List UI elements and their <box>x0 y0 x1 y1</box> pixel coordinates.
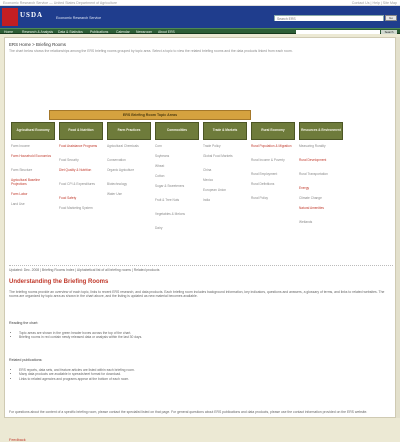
nav-item-about[interactable]: About ERS <box>158 30 175 34</box>
briefing-room-link[interactable]: Food Assistance Programs <box>59 144 103 148</box>
briefing-room-link[interactable]: Land Use <box>11 202 55 206</box>
briefing-room-link[interactable]: Farm Structure <box>11 168 55 172</box>
briefing-room-link[interactable]: Dairy <box>155 226 199 230</box>
topic-header[interactable]: Farm Practices <box>107 122 151 140</box>
topic-header[interactable]: Agricultural Economy <box>11 122 55 140</box>
briefing-room-link[interactable]: Global Food Markets <box>203 154 247 158</box>
briefing-room-link[interactable]: Wheat <box>155 164 199 168</box>
briefing-room-link[interactable]: Organic Agriculture <box>107 168 151 172</box>
briefing-room-link[interactable]: China <box>203 168 247 172</box>
briefing-room-link[interactable]: Biotechnology <box>107 182 151 186</box>
briefing-room-link[interactable]: Rural Policy <box>251 196 295 200</box>
bullet-list-reading: Topic areas are shown in the green heade… <box>15 331 389 340</box>
briefing-room-link[interactable]: Rural Transportation <box>299 172 343 176</box>
intro-paragraph: The briefing rooms provide an overview o… <box>9 290 385 299</box>
main-nav: Home Research & Analysis Data & Statisti… <box>0 28 400 34</box>
briefing-room-link[interactable]: Rural Population & Migration <box>251 144 295 148</box>
nav-item-data[interactable]: Data & Statistics <box>58 30 83 34</box>
list-item: Briefing rooms in red contain newly rele… <box>19 335 389 339</box>
briefing-room-link[interactable]: Conservation <box>107 158 151 162</box>
browser-page: Economic Research Service — United State… <box>0 0 400 442</box>
list-item: Links to related agencies and programs a… <box>19 377 389 381</box>
section-title: Understanding the Briefing Rooms <box>9 279 109 285</box>
breadcrumb[interactable]: ERS Home > Briefing Rooms <box>9 42 66 47</box>
briefing-room-link[interactable]: Measuring Rurality <box>299 144 343 148</box>
briefing-room-link[interactable]: Vegetables & Melons <box>155 212 199 216</box>
briefing-room-link[interactable]: Food Security <box>59 158 103 162</box>
briefing-room-link[interactable]: Food Marketing System <box>59 206 103 210</box>
nav-search-button[interactable]: Search <box>381 29 397 34</box>
briefing-room-link[interactable]: Rural Development <box>299 158 343 162</box>
agency-logo[interactable] <box>2 8 18 26</box>
main-content: ERS Home > Briefing Rooms The chart belo… <box>4 37 396 442</box>
nav-item-calendar[interactable]: Calendar <box>116 30 130 34</box>
briefing-room-link[interactable]: Water Use <box>107 192 151 196</box>
search-box <box>274 15 384 21</box>
nav-item-home[interactable]: Home <box>4 30 13 34</box>
search-input[interactable] <box>275 17 383 21</box>
briefing-room-link[interactable]: Rural Income & Poverty <box>251 158 295 162</box>
briefing-room-link[interactable]: Farm Income <box>11 144 55 148</box>
scrollbar[interactable] <box>396 37 400 418</box>
nav-item-newsroom[interactable]: Newsroom <box>136 30 152 34</box>
briefing-room-link[interactable]: Energy <box>299 186 343 190</box>
briefing-room-link[interactable]: Agricultural Chemicals <box>107 144 151 148</box>
briefing-room-link[interactable]: Natural Amenities <box>299 206 343 210</box>
briefing-room-link[interactable]: European Union <box>203 188 247 192</box>
chart-footnote[interactable]: Updated: Dec. 2008 | Briefing Rooms Inde… <box>9 265 393 272</box>
briefing-room-link[interactable]: Farm Labor <box>11 192 55 196</box>
feedback-link[interactable]: Feedback <box>9 438 26 442</box>
briefing-room-link[interactable]: Agricultural Baseline Projections <box>11 178 55 186</box>
briefing-room-link[interactable]: Mexico <box>203 178 247 182</box>
briefing-room-link[interactable]: Rural Definitions <box>251 182 295 186</box>
briefing-room-link[interactable]: Cotton <box>155 174 199 178</box>
briefing-room-link[interactable]: Soybeans <box>155 154 199 158</box>
bullet-list-publications: ERS reports, data sets, and feature arti… <box>15 368 389 381</box>
briefing-room-link[interactable]: Food Safety <box>59 196 103 200</box>
briefing-room-link[interactable]: Wetlands <box>299 220 343 224</box>
logo-text: USDA <box>20 11 44 19</box>
chart-banner: ERS Briefing Room Topic Areas <box>49 110 251 120</box>
subheading-publications: Related publications: <box>9 358 43 362</box>
subheading-reading: Reading the chart: <box>9 321 39 325</box>
briefing-room-link[interactable]: Food CPI & Expenditures <box>59 182 103 186</box>
briefing-room-link[interactable]: Rural Employment <box>251 172 295 176</box>
nav-item-research[interactable]: Research & Analysis <box>22 30 53 34</box>
briefing-room-link[interactable]: Diet Quality & Nutrition <box>59 168 103 172</box>
nav-search-input[interactable] <box>296 29 380 34</box>
briefing-room-link[interactable]: Trade Policy <box>203 144 247 148</box>
top-utility-links[interactable]: Contact Us | Help | Site Map <box>352 1 397 5</box>
topic-header[interactable]: Food & Nutrition <box>59 122 103 140</box>
nav-item-publications[interactable]: Publications <box>90 30 108 34</box>
briefing-room-link[interactable]: Corn <box>155 144 199 148</box>
search-button[interactable]: Go <box>385 15 397 21</box>
topic-header[interactable]: Resources & Environment <box>299 122 343 140</box>
topic-header[interactable]: Rural Economy <box>251 122 295 140</box>
briefing-room-link[interactable]: Fruit & Tree Nuts <box>155 198 199 202</box>
top-utility-text: Economic Research Service — United State… <box>3 0 118 5</box>
briefing-room-link[interactable]: India <box>203 198 247 202</box>
topic-chart: ERS Briefing Room Topic Areas Agricultur… <box>9 90 393 250</box>
site-header: USDA Economic Research Service Go <box>0 6 400 28</box>
closing-paragraph: For questions about the content of a spe… <box>9 410 368 414</box>
site-subtitle: Economic Research Service <box>56 16 102 20</box>
briefing-room-link[interactable]: Sugar & Sweeteners <box>155 184 199 188</box>
intro-text: The chart below shows the relationships … <box>9 49 293 53</box>
topic-header[interactable]: Commodities <box>155 122 199 140</box>
topic-header[interactable]: Trade & Markets <box>203 122 247 140</box>
briefing-room-link[interactable]: Climate Change <box>299 196 343 200</box>
briefing-room-link[interactable]: Farm Household Economics <box>11 154 55 158</box>
